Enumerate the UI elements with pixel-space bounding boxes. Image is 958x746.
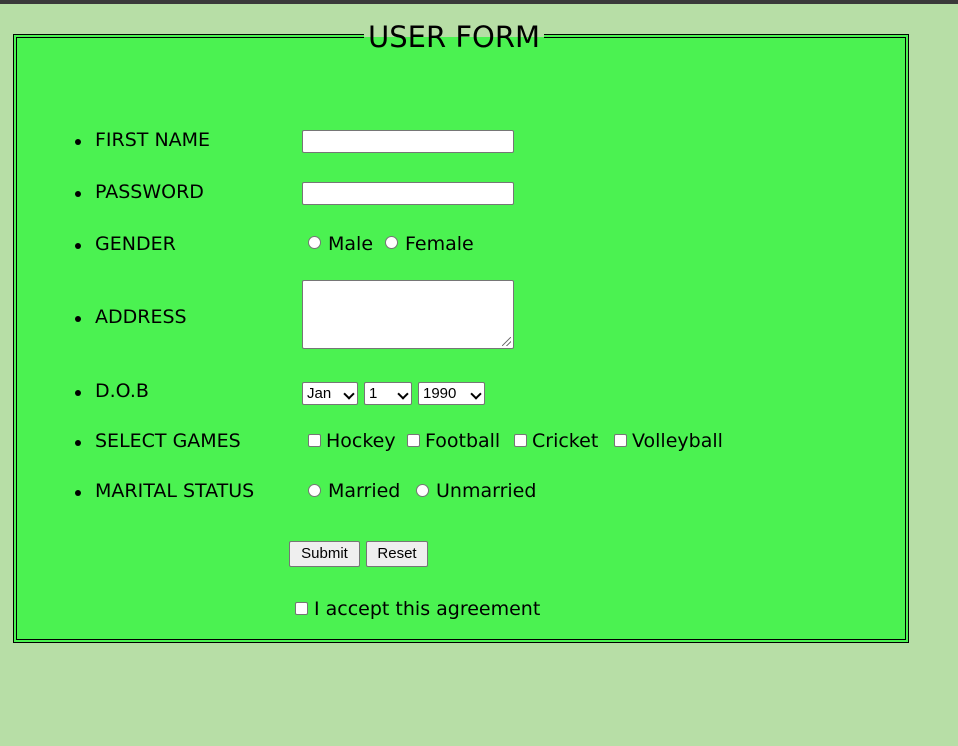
browser-top-bar [0,0,958,4]
bullet-icon [75,191,81,197]
game-football-checkbox[interactable] [407,434,420,447]
gender-female-label: Female [405,233,474,255]
dob-day-select[interactable]: 1 [364,382,412,405]
chevron-down-icon [470,388,482,400]
bullet-icon [75,490,81,496]
gender-female-radio[interactable] [385,236,398,249]
dob-day-value: 1 [369,385,378,402]
game-hockey-checkbox[interactable] [308,434,321,447]
agreement-checkbox[interactable] [295,602,308,615]
marital-label: MARITAL STATUS [95,480,255,502]
form-title: USER FORM [364,20,545,54]
game-cricket-label: Cricket [532,430,599,452]
game-cricket-checkbox[interactable] [514,434,527,447]
dob-year-value: 1990 [423,385,457,402]
bullet-icon [75,440,81,446]
gender-label: GENDER [95,233,176,255]
reset-button[interactable]: Reset [366,541,428,567]
games-label: SELECT GAMES [95,430,241,452]
address-textarea[interactable] [302,280,514,349]
submit-button[interactable]: Submit [289,541,360,567]
dob-month-select[interactable]: Jan [302,382,358,405]
password-label: PASSWORD [95,181,204,203]
game-volleyball-label: Volleyball [632,430,723,452]
marital-married-radio[interactable] [308,484,321,497]
game-volleyball-checkbox[interactable] [614,434,627,447]
dob-label: D.O.B [95,380,149,402]
game-football-label: Football [425,430,501,452]
bullet-icon [75,390,81,396]
game-hockey-label: Hockey [326,430,396,452]
chevron-down-icon [343,388,355,400]
bullet-icon [75,316,81,322]
bullet-icon [75,139,81,145]
bullet-icon [75,243,81,249]
resize-grip-icon[interactable] [502,337,511,346]
password-input[interactable] [302,182,514,205]
dob-month-value: Jan [307,385,332,402]
first-name-input[interactable] [302,130,514,153]
gender-male-radio[interactable] [308,236,321,249]
gender-male-label: Male [328,233,374,255]
marital-unmarried-label: Unmarried [436,480,537,502]
marital-married-label: Married [328,480,401,502]
dob-year-select[interactable]: 1990 [418,382,485,405]
first-name-label: FIRST NAME [95,129,211,151]
agreement-label: I accept this agreement [314,598,541,620]
marital-unmarried-radio[interactable] [416,484,429,497]
chevron-down-icon [397,388,409,400]
address-label: ADDRESS [95,306,187,328]
